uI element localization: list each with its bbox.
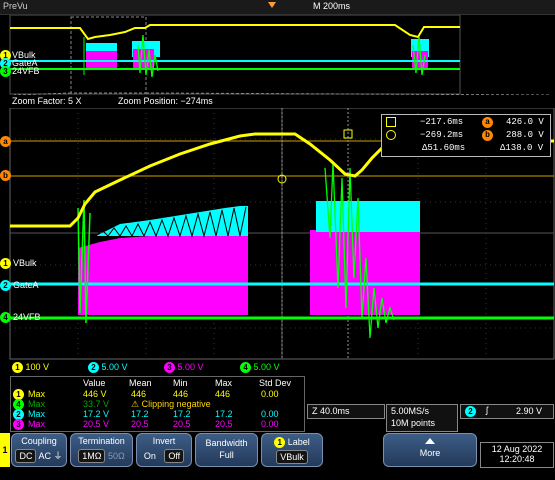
termination-50[interactable]: 50Ω <box>108 451 125 461</box>
cursor-circle-icon <box>386 130 396 140</box>
bandwidth-button[interactable]: Bandwidth Full <box>195 433 258 467</box>
col-std: Std Dev <box>259 378 292 388</box>
termination-1m[interactable]: 1MΩ <box>78 449 106 463</box>
cursor-v1: 426.0 V <box>506 117 544 127</box>
ch2-marker[interactable]: 2 GateA <box>0 280 39 291</box>
zoom-position: Zoom Position: −274ms <box>118 96 213 106</box>
prevu-title: PreVu <box>3 1 28 11</box>
ch4-marker[interactable]: 4 24VFB <box>0 312 41 323</box>
cursor-v2: 288.0 V <box>506 130 544 140</box>
preview-waveform <box>9 15 551 95</box>
col-value: Value <box>83 378 106 388</box>
col-min: Min <box>173 378 188 388</box>
cursor-dv: Δ138.0 V <box>500 143 544 153</box>
measure-row: 3 Max <box>13 419 45 430</box>
zoom-factor: Zoom Factor: 5 X <box>12 96 82 106</box>
ch2-scale: 2 5.00 V <box>88 362 128 373</box>
cursor-t2: −269.2ms <box>420 130 464 140</box>
cursor-square-icon <box>386 117 396 127</box>
trigger-readout[interactable]: 2 ʃ 2.90 V <box>460 404 554 419</box>
timebase-label: M 200ms <box>313 1 351 11</box>
trigger-edge-icon: ʃ <box>486 405 488 415</box>
prevu-header: PreVu M 200ms <box>0 0 555 15</box>
acquisition-readout[interactable]: 5.00MS/s 10M points <box>386 404 458 432</box>
more-button[interactable]: More <box>383 433 477 467</box>
channel-scale-row: 1 100 V 2 5.00 V 3 5.00 V 4 5.00 V <box>10 362 300 374</box>
ch1-marker[interactable]: 1 VBulk <box>0 258 37 269</box>
measurement-table: Value Mean Min Max Std Dev 1 Max 446 V 44… <box>10 376 305 432</box>
coupling-dc[interactable]: DC <box>15 449 37 463</box>
termination-button[interactable]: Termination 1MΩ 50Ω <box>70 433 133 467</box>
chevron-up-icon <box>425 438 435 444</box>
col-max: Max <box>215 378 233 388</box>
zoom-timebase-readout[interactable]: Z 40.0ms <box>307 404 385 419</box>
col-mean: Mean <box>129 378 152 388</box>
ch4-scale: 4 5.00 V <box>240 362 280 373</box>
coupling-gnd-icon[interactable]: ⏚ <box>54 451 63 461</box>
label-button[interactable]: 1 Label VBulk <box>261 433 323 467</box>
cursor-dt: Δ51.60ms <box>422 143 466 153</box>
datetime-display: 12 Aug 2022 12:20:48 <box>480 442 554 468</box>
cursor-t1: −217.6ms <box>420 117 464 127</box>
channel-menu-badge: 1 <box>0 433 10 467</box>
cursor-marker-b[interactable]: b <box>0 170 11 181</box>
ch3-scale: 3 5.00 V <box>164 362 204 373</box>
ch1-scale: 1 100 V <box>12 362 49 373</box>
preview-ch4-marker: 3 24VFB <box>0 66 40 77</box>
invert-button[interactable]: Invert On Off <box>136 433 192 467</box>
trigger-position-icon <box>268 2 276 8</box>
invert-off[interactable]: Off <box>164 449 185 463</box>
coupling-button[interactable]: Coupling DC AC ⏚ <box>11 433 67 467</box>
coupling-ac[interactable]: AC <box>38 451 51 461</box>
cursor-marker-a[interactable]: a <box>0 136 11 147</box>
cursor-readout: −217.6ms a 426.0 V −269.2ms b 288.0 V Δ5… <box>381 114 551 157</box>
invert-on[interactable]: On <box>144 451 156 461</box>
